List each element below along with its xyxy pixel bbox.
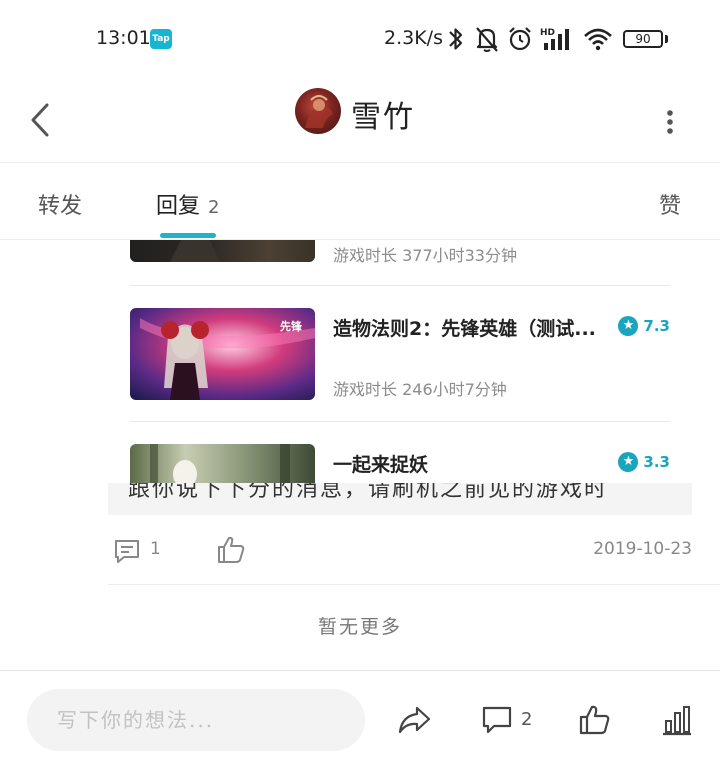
page-title: 雪竹 — [351, 100, 415, 135]
game-thumbnail — [130, 240, 315, 262]
game-card[interactable]: 游戏时长 377小时33分钟 — [130, 240, 670, 265]
game-rating: ★ 3.3 — [618, 452, 670, 472]
game-rating-value: 3.3 — [643, 453, 670, 471]
no-more-label: 暂无更多 — [317, 616, 402, 638]
tab-replies-label: 回复 — [156, 194, 201, 219]
svg-text:HD: HD — [540, 28, 555, 38]
game-rating: ★ 7.3 — [618, 316, 670, 336]
comment-icon[interactable] — [112, 536, 142, 566]
tab-repost[interactable]: 转发 — [38, 188, 82, 220]
battery-tip — [665, 35, 668, 43]
app-header: 雪竹 — [0, 80, 720, 163]
thumbs-up-icon[interactable] — [216, 534, 246, 566]
tab-bar: 转发 回复 2 赞 — [0, 163, 720, 240]
divider — [108, 584, 720, 585]
thumbs-up-icon[interactable] — [578, 703, 612, 737]
divider — [130, 421, 670, 422]
post-content: 游戏时长 377小时33分钟 先锋 造物法则2：先锋英雄（测试... ★ 7.3… — [0, 240, 720, 670]
game-playtime: 游戏时长 377小时33分钟 — [333, 246, 517, 265]
game-cover-image — [130, 444, 315, 484]
taptap-notification-icon: Tap — [150, 29, 172, 49]
game-thumbnail — [130, 444, 315, 484]
status-bar: 13:01 Tap 2.3K/s HD 90 — [0, 0, 720, 80]
post-text: 跟你说下下分的消息，请刷机之前见的游戏时 — [128, 483, 609, 502]
game-card[interactable]: 先锋 造物法则2：先锋英雄（测试... ★ 7.3 游戏时长 246小时7分钟 — [130, 308, 670, 400]
bell-muted-icon — [476, 27, 498, 52]
tab-replies-count: 2 — [208, 197, 220, 218]
bluetooth-icon — [449, 28, 463, 50]
tab-replies[interactable]: 回复 2 — [156, 188, 219, 220]
comment-input[interactable] — [27, 689, 365, 751]
more-options-button[interactable] — [650, 92, 690, 142]
game-playtime: 游戏时长 246小时7分钟 — [333, 380, 507, 399]
back-button[interactable] — [20, 90, 70, 150]
game-title: 造物法则2：先锋英雄（测试... — [333, 318, 596, 340]
stats-chart-icon[interactable] — [660, 703, 694, 737]
status-time: 13:01 — [96, 27, 151, 49]
comment-icon[interactable] — [480, 703, 514, 737]
post-date: 2019-10-23 — [593, 539, 692, 559]
user-avatar[interactable] — [295, 88, 341, 134]
game-rating-value: 7.3 — [643, 317, 670, 335]
game-cover-image: 先锋 — [130, 308, 315, 400]
avatar-image — [305, 95, 333, 128]
comment-count: 1 — [150, 539, 161, 559]
chevron-left-icon — [31, 103, 49, 137]
active-tab-indicator — [160, 233, 216, 238]
star-icon: ★ — [618, 316, 639, 336]
divider — [130, 285, 670, 286]
bottom-action-bar: 2 — [0, 670, 720, 771]
svg-text:先锋: 先锋 — [280, 319, 303, 333]
game-cover-image — [130, 240, 315, 262]
bottom-comment-count: 2 — [521, 709, 533, 730]
star-icon: ★ — [618, 452, 639, 472]
game-card[interactable]: 一起来捉妖 ★ 3.3 — [130, 444, 670, 484]
post-text-strip: 跟你说下下分的消息，请刷机之前见的游戏时 — [108, 483, 692, 515]
post-actions: 1 2019-10-23 — [108, 532, 692, 568]
wifi-icon — [584, 28, 612, 51]
game-title: 一起来捉妖 — [333, 454, 429, 476]
network-speed: 2.3K/s — [384, 27, 443, 49]
share-icon[interactable] — [396, 703, 432, 737]
more-vertical-icon — [667, 110, 673, 134]
alarm-clock-icon — [509, 27, 531, 51]
battery-icon: 90 — [623, 30, 663, 48]
tab-likes[interactable]: 赞 — [659, 188, 681, 220]
cellular-signal-icon: HD — [540, 28, 569, 50]
game-thumbnail: 先锋 — [130, 308, 315, 400]
